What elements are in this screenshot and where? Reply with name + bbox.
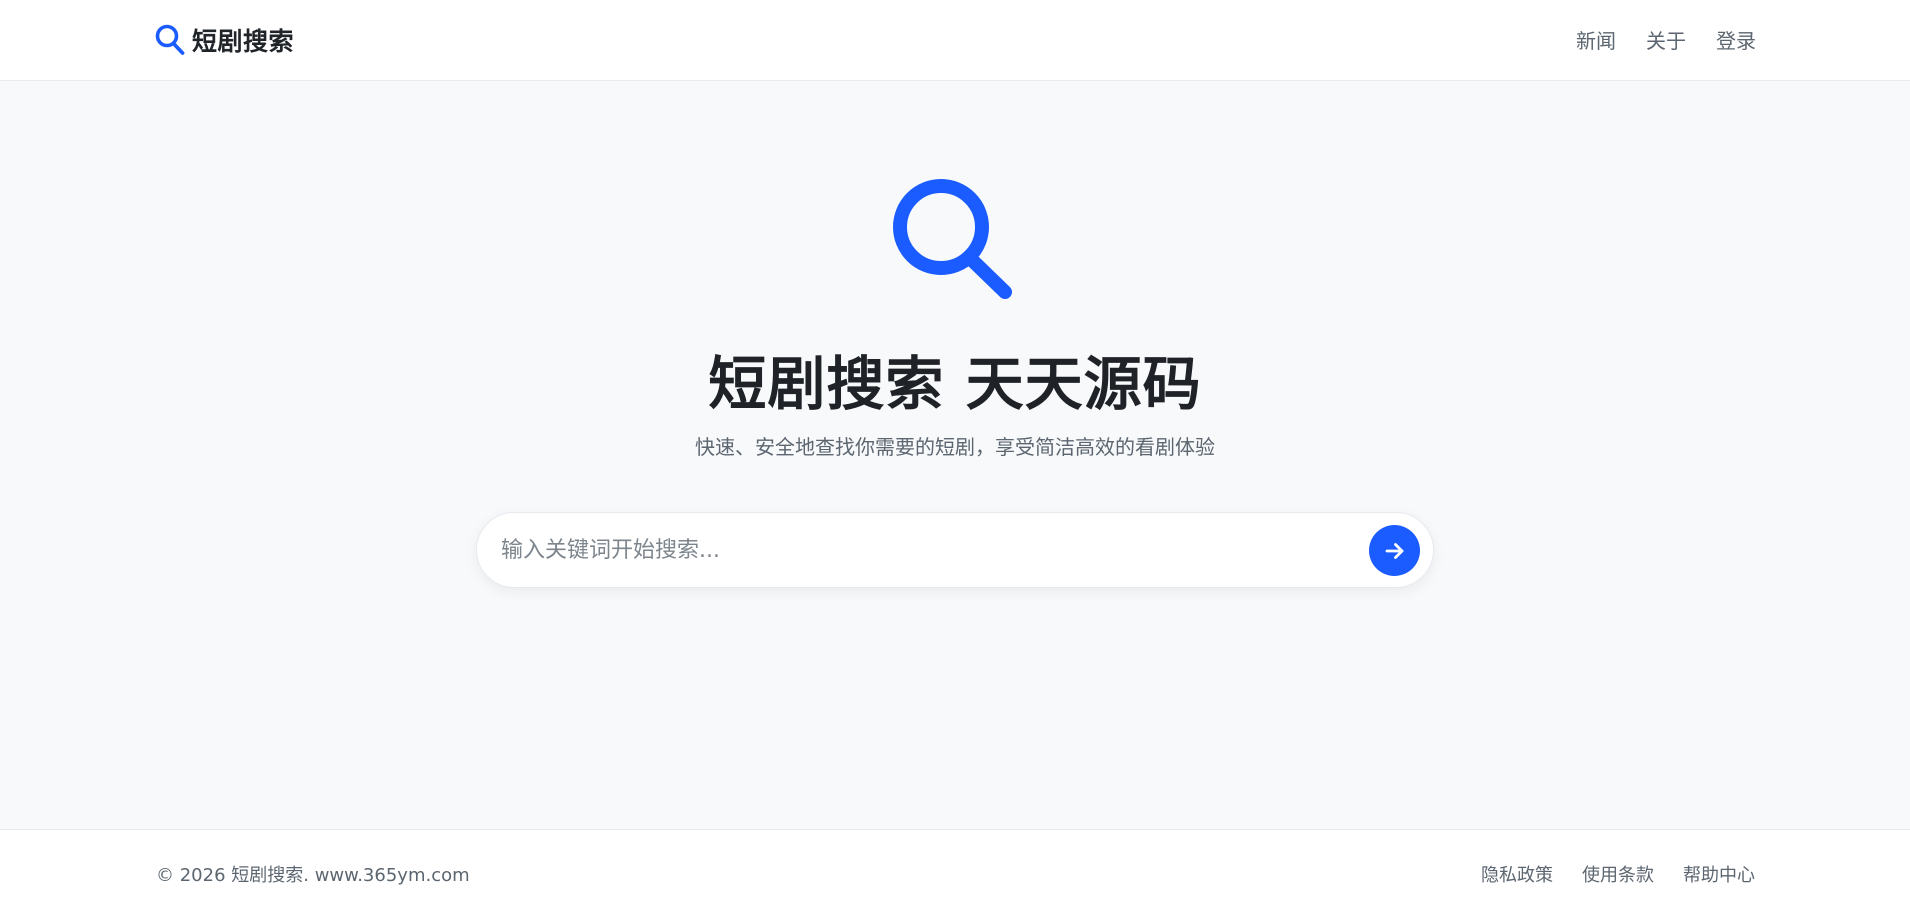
copyright-text: © 2026 短剧搜索. www.365ym.com (156, 865, 470, 886)
search-icon (893, 179, 1012, 299)
navbar: 短剧搜索 新闻 关于 登录 (0, 0, 1910, 81)
nav-link-login[interactable]: 登录 (1716, 25, 1756, 54)
nav-link-news[interactable]: 新闻 (1576, 25, 1616, 54)
main-content: 短剧搜索 天天源码 快速、安全地查找你需要的短剧，享受简洁高效的看剧体验 (0, 81, 1910, 829)
search-submit-button[interactable] (1369, 525, 1420, 576)
search-input[interactable] (501, 527, 1321, 573)
footer-link-help[interactable]: 帮助中心 (1683, 861, 1755, 887)
brand-name: 短剧搜索 (192, 27, 295, 56)
footer: © 2026 短剧搜索. www.365ym.com 隐私政策 使用条款 帮助中… (0, 829, 1910, 915)
top-nav: 新闻 关于 登录 (1576, 25, 1756, 54)
footer-link-privacy[interactable]: 隐私政策 (1481, 861, 1553, 887)
search-icon (155, 24, 185, 55)
footer-nav: 隐私政策 使用条款 帮助中心 (1481, 861, 1755, 887)
arrow-right-icon (1385, 542, 1403, 559)
search-form (476, 512, 1434, 588)
footer-link-terms[interactable]: 使用条款 (1582, 861, 1654, 887)
page-title: 短剧搜索 天天源码 (708, 350, 1202, 418)
nav-link-about[interactable]: 关于 (1646, 25, 1686, 54)
page-subtitle: 快速、安全地查找你需要的短剧，享受简洁高效的看剧体验 (695, 435, 1215, 459)
brand-logo-link[interactable]: 短剧搜索 (154, 22, 294, 58)
